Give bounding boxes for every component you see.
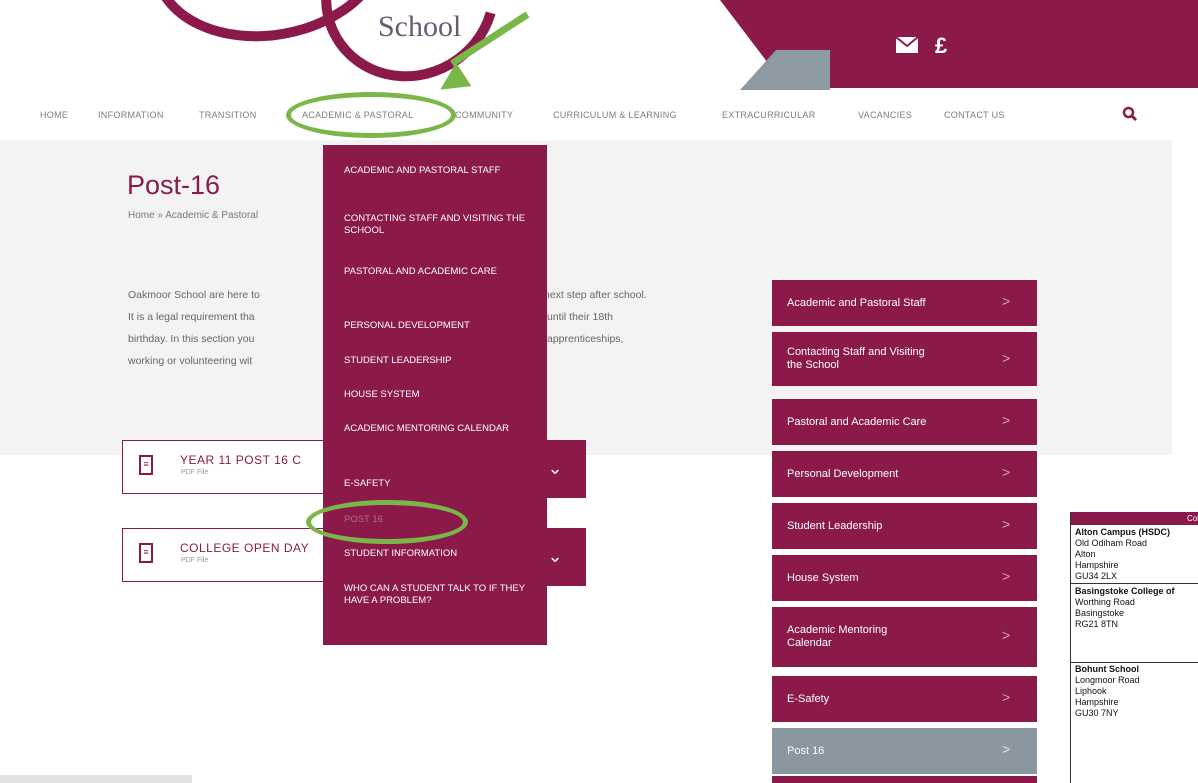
sidebar-item-student-leadership[interactable]: Student Leadership > <box>772 503 1037 549</box>
chevron-right-icon: > <box>1002 293 1011 309</box>
main-navigation: HOME INFORMATION TRANSITION ACADEMIC & P… <box>0 100 1198 136</box>
dropdown-item-staff[interactable]: ACADEMIC AND PASTORAL STAFF <box>344 165 534 177</box>
college-name: Basingstoke College of <box>1075 586 1175 596</box>
paragraph-line: birthday. In this section you <box>128 333 255 345</box>
document-title: YEAR 11 POST 16 C <box>180 453 302 467</box>
address-line: Longmoor Road <box>1075 675 1140 685</box>
nav-extracurricular[interactable]: EXTRACURRICULAR <box>722 110 816 120</box>
sidebar-item-next[interactable] <box>772 776 1037 783</box>
sidebar-item-label: House System <box>787 571 859 584</box>
breadcrumb[interactable]: Home » Academic & Pastoral <box>128 210 258 221</box>
dropdown-item-e-safety[interactable]: E-SAFETY <box>344 478 534 490</box>
table-row: Alton Campus (HSDC) Old Odiham Road Alto… <box>1075 527 1170 582</box>
paragraph-line: working or volunteering wit <box>128 355 253 367</box>
chevron-right-icon: > <box>1002 741 1011 757</box>
chevron-right-icon: > <box>1002 689 1011 705</box>
sidebar-item-label: Personal Development <box>787 467 899 480</box>
sidebar-item-label: Post 16 <box>787 744 825 757</box>
dropdown-item-talk-to[interactable]: WHO CAN A STUDENT TALK TO IF THEY HAVE A… <box>344 583 534 607</box>
nav-information[interactable]: INFORMATION <box>98 110 164 120</box>
chevron-right-icon: > <box>1002 464 1011 480</box>
chevron-right-icon: > <box>1002 350 1011 366</box>
highlight-ellipse-nav <box>286 92 456 138</box>
paragraph-line: until their 18th <box>547 311 613 323</box>
header-banner-accent <box>740 50 830 90</box>
dropdown-item-house-system[interactable]: HOUSE SYSTEM <box>344 389 534 401</box>
address-line: Hampshire <box>1075 560 1119 570</box>
logo-school-text: School <box>378 10 462 43</box>
sidebar-item-label: Contacting Staff and Visiting the School <box>787 346 925 371</box>
sidebar-item-contacting-staff[interactable]: Contacting Staff and Visiting the School… <box>772 332 1037 386</box>
address-line: RG21 8TN <box>1075 619 1119 629</box>
sidebar-item-staff[interactable]: Academic and Pastoral Staff > <box>772 280 1037 326</box>
page-title: Post-16 <box>127 170 221 200</box>
dropdown-item-pastoral-care[interactable]: PASTORAL AND ACADEMIC CARE <box>344 266 534 278</box>
sidebar-item-post-16[interactable]: Post 16 > <box>772 728 1037 774</box>
sidebar-item-house-system[interactable]: House System > <box>772 555 1037 601</box>
chevron-right-icon: > <box>1002 627 1011 643</box>
college-name: Bohunt School <box>1075 664 1139 674</box>
address-line: Liphook <box>1075 686 1107 696</box>
address-line: GU34 2LX <box>1075 571 1118 581</box>
horizontal-scrollbar[interactable] <box>0 775 192 783</box>
address-line: GU30 7NY <box>1075 708 1119 718</box>
nav-vacancies[interactable]: VACANCIES <box>858 110 912 120</box>
nav-contact-us[interactable]: CONTACT US <box>944 110 1005 120</box>
pdf-file-icon: ≡ <box>139 543 153 563</box>
search-icon[interactable] <box>1122 106 1138 127</box>
dropdown-item-mentoring-calendar[interactable]: ACADEMIC MENTORING CALENDAR <box>344 423 534 435</box>
pdf-file-icon: ≡ <box>139 455 153 475</box>
site-header: School £ <box>0 0 1198 114</box>
chevron-right-icon: > <box>1002 516 1011 532</box>
sidebar-item-personal-development[interactable]: Personal Development > <box>772 451 1037 497</box>
highlight-ellipse-post16 <box>306 500 468 544</box>
nav-community[interactable]: COMMUNITY <box>455 110 513 120</box>
sidebar-item-label: Academic Mentoring Calendar <box>787 624 888 649</box>
sidebar-item-label: Pastoral and Academic Care <box>787 415 927 428</box>
table-row: Bohunt School Longmoor Road Liphook Hamp… <box>1075 664 1140 719</box>
sidebar-item-label: E-Safety <box>787 692 830 705</box>
document-type: PDF File <box>181 469 209 476</box>
document-type: PDF File <box>181 557 209 564</box>
dropdown-item-personal-development[interactable]: PERSONAL DEVELOPMENT <box>344 320 534 332</box>
dropdown-item-contacting-staff[interactable]: CONTACTING STAFF AND VISITING THE SCHOOL <box>344 213 534 237</box>
address-line: Hampshire <box>1075 697 1119 707</box>
academic-pastoral-dropdown: ACADEMIC AND PASTORAL STAFF CONTACTING S… <box>323 145 547 645</box>
address-line: Worthing Road <box>1075 597 1135 607</box>
address-line: Basingstoke <box>1075 608 1125 618</box>
paragraph-line: It is a legal requirement tha <box>128 311 255 323</box>
table-row: Basingstoke College of Worthing Road Bas… <box>1075 586 1175 630</box>
college-name: Alton Campus (HSDC) <box>1075 527 1170 537</box>
sidebar-item-pastoral-care[interactable]: Pastoral and Academic Care > <box>772 399 1037 445</box>
nav-transition[interactable]: TRANSITION <box>199 110 257 120</box>
table-divider <box>1071 583 1198 584</box>
table-header: Col <box>1071 512 1198 525</box>
dropdown-item-student-leadership[interactable]: STUDENT LEADERSHIP <box>344 355 534 367</box>
nav-curriculum-learning[interactable]: CURRICULUM & LEARNING <box>553 110 677 120</box>
sidebar-item-e-safety[interactable]: E-Safety > <box>772 676 1037 722</box>
dropdown-item-student-information[interactable]: STUDENT INFORMATION <box>344 548 534 560</box>
document-title: COLLEGE OPEN DAY <box>180 541 310 555</box>
envelope-icon[interactable] <box>895 34 919 60</box>
paragraph-line: next step after school. <box>544 289 647 301</box>
nav-home[interactable]: HOME <box>40 110 68 120</box>
paragraph-line: Oakmoor School are here to <box>128 289 260 301</box>
address-line: Alton <box>1075 549 1096 559</box>
college-table: Col Alton Campus (HSDC) Old Odiham Road … <box>1070 512 1198 783</box>
sidebar-item-label: Student Leadership <box>787 519 883 532</box>
chevron-right-icon: > <box>1002 568 1011 584</box>
paragraph-line: apprenticeships, <box>547 333 624 345</box>
chevron-right-icon: > <box>1002 412 1011 428</box>
donate-pound-icon[interactable]: £ <box>935 33 947 59</box>
table-divider <box>1071 662 1198 663</box>
address-line: Old Odiham Road <box>1075 538 1148 548</box>
sidebar-item-label: Academic and Pastoral Staff <box>787 296 926 309</box>
sidebar-item-mentoring-calendar[interactable]: Academic Mentoring Calendar > <box>772 607 1037 667</box>
